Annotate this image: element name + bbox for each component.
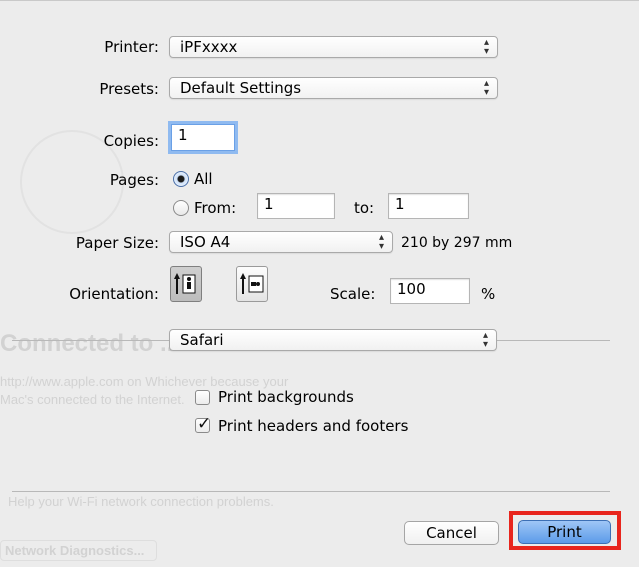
pages-all-label: All (194, 170, 213, 188)
print-button[interactable]: Print (518, 520, 611, 544)
print-headers-footers-label: Print headers and footers (218, 417, 409, 435)
paper-dimensions: 210 by 297 mm (401, 235, 513, 251)
background-help-text: Help your Wi-Fi network connection probl… (8, 494, 274, 509)
copies-input[interactable]: 1 (171, 124, 235, 151)
pages-to-label: to: (354, 199, 375, 217)
scale-label: Scale: (330, 285, 376, 303)
orientation-label: Orientation: (69, 285, 159, 303)
application-value: Safari (180, 331, 224, 349)
presets-value: Default Settings (180, 79, 302, 97)
presets-popup[interactable]: Default Settings ▴ ▾ (169, 77, 498, 99)
separator-left (12, 340, 169, 341)
pages-from-input[interactable]: 1 (257, 193, 335, 219)
checkmark-icon: ✓ (197, 414, 212, 434)
printer-value: iPFxxxx (180, 38, 238, 56)
background-heading: Connected to ... (0, 330, 180, 357)
presets-label: Presets: (99, 80, 159, 98)
portrait-orientation-icon (174, 273, 196, 294)
copies-label: Copies: (103, 132, 159, 150)
scale-unit: % (481, 285, 496, 303)
background-line-1: http://www.apple.com on Whichever becaus… (0, 374, 289, 389)
pages-from-radio[interactable] (173, 200, 189, 216)
updown-arrows-icon: ▴ ▾ (378, 232, 384, 252)
print-backgrounds-label: Print backgrounds (218, 388, 354, 406)
cancel-button[interactable]: Cancel (404, 521, 499, 545)
sheet-top-border (0, 0, 639, 1)
printer-label: Printer: (104, 38, 159, 56)
print-backgrounds-checkbox[interactable] (195, 390, 210, 405)
landscape-orientation-button[interactable] (236, 266, 268, 302)
print-headers-footers-checkbox[interactable]: ✓ (195, 414, 211, 434)
application-popup[interactable]: Safari ▴ ▾ (169, 329, 497, 351)
background-line-2: Mac's connected to the Internet. (0, 392, 185, 407)
pages-to-input[interactable]: 1 (388, 193, 469, 219)
pages-all-radio[interactable] (173, 171, 189, 187)
portrait-orientation-button[interactable] (170, 266, 202, 302)
paper-size-label: Paper Size: (75, 234, 159, 252)
bottom-separator (12, 491, 610, 492)
background-diagnostics-button: Network Diagnostics... (0, 540, 158, 561)
separator-right (497, 340, 610, 341)
pages-from-label: From: (194, 199, 237, 217)
paper-size-popup[interactable]: ISO A4 ▴ ▾ (169, 231, 393, 253)
landscape-orientation-icon (240, 273, 264, 294)
paper-size-value: ISO A4 (180, 233, 231, 251)
updown-arrows-icon: ▴ ▾ (483, 37, 489, 57)
pages-label: Pages: (109, 171, 159, 189)
updown-arrows-icon: ▴ ▾ (483, 78, 489, 98)
printer-popup[interactable]: iPFxxxx ▴ ▾ (169, 36, 498, 58)
updown-arrows-icon: ▴ ▾ (482, 330, 488, 350)
scale-input[interactable]: 100 (390, 278, 470, 304)
